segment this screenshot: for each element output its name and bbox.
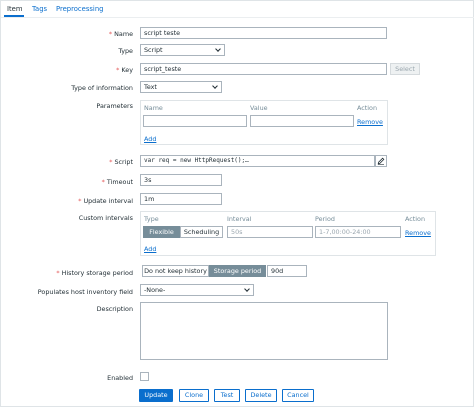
test-button[interactable]: Test xyxy=(214,389,240,402)
type-of-information-label: Type of information xyxy=(71,84,133,92)
type-label: Type xyxy=(118,47,133,55)
custom-interval-add-link[interactable]: Add xyxy=(144,245,156,253)
custom-intervals-header-type: Type xyxy=(144,215,159,223)
required-mark: * xyxy=(101,178,105,186)
required-mark: * xyxy=(109,158,113,166)
custom-intervals-header-interval: Interval xyxy=(227,215,252,223)
key-input[interactable]: script_teste xyxy=(140,63,387,75)
custom-interval-input[interactable]: 50s xyxy=(227,226,313,238)
custom-intervals-label: Custom intervals xyxy=(78,214,133,222)
custom-intervals-header-action: Action xyxy=(405,215,426,223)
cancel-button[interactable]: Cancel xyxy=(282,389,314,402)
parameters-header-action: Action xyxy=(357,104,378,112)
tab-item[interactable]: Item xyxy=(7,5,22,13)
enabled-label: Enabled xyxy=(107,374,133,382)
tab-tags[interactable]: Tags xyxy=(32,5,47,13)
interval-type-scheduling[interactable]: Scheduling xyxy=(180,226,223,238)
timeout-input[interactable]: 3s xyxy=(140,174,222,186)
type-select[interactable]: Script xyxy=(140,44,225,56)
custom-intervals-header-period: Period xyxy=(315,215,335,223)
parameter-add-link[interactable]: Add xyxy=(144,135,156,143)
script-label: * Script xyxy=(109,158,133,166)
parameters-label: Parameters xyxy=(96,102,133,110)
history-storage-period-label: * History storage period xyxy=(56,269,133,277)
required-mark: * xyxy=(56,269,60,277)
interval-type-flexible[interactable]: Flexible xyxy=(143,226,180,238)
key-select-button[interactable]: Select xyxy=(390,63,420,75)
type-of-information-select[interactable]: Text xyxy=(140,81,222,93)
clone-button[interactable]: Clone xyxy=(179,389,209,402)
parameter-name-input[interactable] xyxy=(143,115,247,127)
name-input[interactable]: script teste xyxy=(140,27,387,39)
inventory-field-label: Populates host inventory field xyxy=(37,288,133,296)
history-period-input[interactable]: 90d xyxy=(267,265,307,277)
script-edit-button[interactable] xyxy=(375,155,387,167)
description-label: Description xyxy=(96,305,133,313)
custom-period-input[interactable]: 1-7,00:00-24:00 xyxy=(315,226,401,238)
delete-button[interactable]: Delete xyxy=(245,389,277,402)
tab-bar: Item Tags Preprocessing xyxy=(1,1,474,17)
required-mark: * xyxy=(116,66,120,74)
timeout-label: * Timeout xyxy=(101,178,133,186)
parameters-header-name: Name xyxy=(144,104,163,112)
enabled-checkbox[interactable] xyxy=(140,372,149,381)
inventory-field-select[interactable]: -None- xyxy=(140,284,254,296)
parameter-remove-link[interactable]: Remove xyxy=(357,118,383,126)
tab-preprocessing[interactable]: Preprocessing xyxy=(56,5,103,13)
update-button[interactable]: Update xyxy=(139,389,173,402)
history-do-not-keep-option[interactable]: Do not keep history xyxy=(142,265,209,277)
required-mark: * xyxy=(108,30,113,38)
tab-bar-divider xyxy=(1,17,474,18)
update-interval-input[interactable]: 1m xyxy=(140,193,222,205)
parameters-header-value: Value xyxy=(250,104,268,112)
custom-interval-remove-link[interactable]: Remove xyxy=(405,229,431,237)
key-label: * Key xyxy=(116,66,133,74)
pencil-icon xyxy=(377,157,385,165)
required-mark: * xyxy=(78,197,82,205)
script-input[interactable]: var req = new HttpRequest();… xyxy=(140,155,375,167)
update-interval-label: * Update interval xyxy=(78,197,133,205)
name-label: * Name xyxy=(108,30,133,38)
parameter-value-input[interactable] xyxy=(250,115,354,127)
description-textarea[interactable] xyxy=(140,302,388,360)
item-form-panel: Item Tags Preprocessing * Name script te… xyxy=(0,0,474,407)
history-storage-period-option[interactable]: Storage period xyxy=(209,265,266,277)
